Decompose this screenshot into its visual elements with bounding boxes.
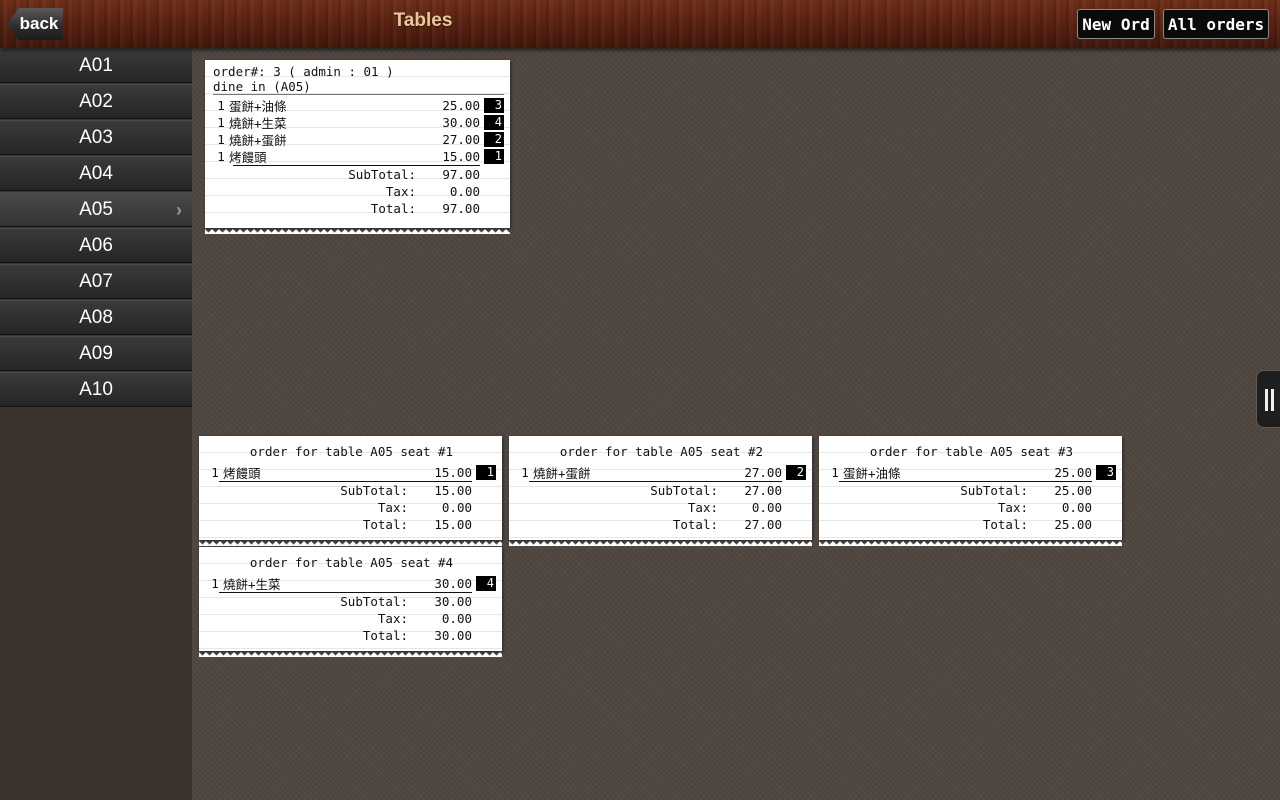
seat-receipt-title: order for table A05 seat #1 <box>249 444 454 459</box>
tax-row: Tax: 0.00 <box>377 500 472 515</box>
table-item-a01[interactable]: A01 <box>0 48 192 83</box>
seat-receipt-3[interactable]: order for table A05 seat #3 1 蛋餅+油條 25.0… <box>819 436 1122 546</box>
seat-receipt-title: order for table A05 seat #2 <box>559 444 764 459</box>
order-dine-in: dine in (A05) <box>213 79 504 95</box>
seat-receipt-2[interactable]: order for table A05 seat #2 1 燒餅+蛋餅 27.0… <box>509 436 812 546</box>
order-line[interactable]: 1 蛋餅+油條 25.00 3 <box>827 464 1116 481</box>
table-item-a02[interactable]: A02 <box>0 84 192 119</box>
order-line[interactable]: 1 烤饅頭 15.00 1 <box>207 464 496 481</box>
seat-badge: 3 <box>484 98 504 113</box>
table-item-a06[interactable]: A06 <box>0 228 192 263</box>
tax-row: Tax: 0.00 <box>377 611 472 626</box>
seat-badge: 1 <box>484 149 504 164</box>
table-item-a09[interactable]: A09 <box>0 336 192 371</box>
total-row: Total: 97.00 <box>370 201 480 216</box>
subtotal-row: SubTotal: 25.00 <box>960 483 1092 498</box>
total-row: Total: 25.00 <box>982 517 1092 532</box>
subtotal-row: SubTotal: 30.00 <box>340 594 472 609</box>
seat-receipt-1[interactable]: order for table A05 seat #1 1 烤饅頭 15.00 … <box>199 436 502 546</box>
tax-row: Tax: 0.00 <box>997 500 1092 515</box>
all-orders-button[interactable]: All orders <box>1163 9 1269 39</box>
table-item-a07[interactable]: A07 <box>0 264 192 299</box>
top-bar: back Tables New Ord All orders <box>0 0 1280 48</box>
seat-badge: 2 <box>786 465 806 480</box>
drawer-handle[interactable] <box>1256 370 1280 428</box>
subtotal-row: SubTotal: 97.00 <box>348 167 480 182</box>
table-item-a03[interactable]: A03 <box>0 120 192 155</box>
seat-receipt-title: order for table A05 seat #4 <box>249 555 454 570</box>
order-line[interactable]: 1 燒餅+蛋餅 27.00 2 <box>517 464 806 481</box>
table-list: A01 A02 A03 A04 A05 › A06 A07 A08 A09 A10 <box>0 48 192 800</box>
order-line[interactable]: 1 蛋餅+油條 25.00 3 <box>213 97 504 114</box>
tax-row: Tax: 0.00 <box>385 184 480 199</box>
seat-badge: 4 <box>476 576 496 591</box>
total-row: Total: 15.00 <box>362 517 472 532</box>
order-number: order#: 3 ( admin : 01 ) <box>213 64 394 79</box>
seat-badge: 3 <box>1096 465 1116 480</box>
total-row: Total: 27.00 <box>672 517 782 532</box>
seat-badge: 1 <box>476 465 496 480</box>
table-item-a10[interactable]: A10 <box>0 372 192 407</box>
order-line[interactable]: 1 燒餅+蛋餅 27.00 2 <box>213 131 504 148</box>
order-line[interactable]: 1 烤饅頭 15.00 1 <box>213 148 504 165</box>
seat-receipt-title: order for table A05 seat #3 <box>869 444 1074 459</box>
seat-badge: 4 <box>484 115 504 130</box>
seat-badge: 2 <box>484 132 504 147</box>
order-line[interactable]: 1 燒餅+生菜 30.00 4 <box>207 575 496 592</box>
order-line[interactable]: 1 燒餅+生菜 30.00 4 <box>213 114 504 131</box>
seat-receipt-4[interactable]: order for table A05 seat #4 1 燒餅+生菜 30.0… <box>199 547 502 657</box>
total-row: Total: 30.00 <box>362 628 472 643</box>
table-item-a04[interactable]: A04 <box>0 156 192 191</box>
table-item-a05[interactable]: A05 › <box>0 192 192 227</box>
subtotal-row: SubTotal: 27.00 <box>650 483 782 498</box>
order-receipt[interactable]: order#: 3 ( admin : 01 ) dine in (A05) 1… <box>205 60 510 234</box>
chevron-right-icon: › <box>176 200 182 220</box>
table-item-a08[interactable]: A08 <box>0 300 192 335</box>
new-order-button[interactable]: New Ord <box>1077 9 1155 39</box>
page-title: Tables <box>393 10 453 31</box>
subtotal-row: SubTotal: 15.00 <box>340 483 472 498</box>
tax-row: Tax: 0.00 <box>687 500 782 515</box>
